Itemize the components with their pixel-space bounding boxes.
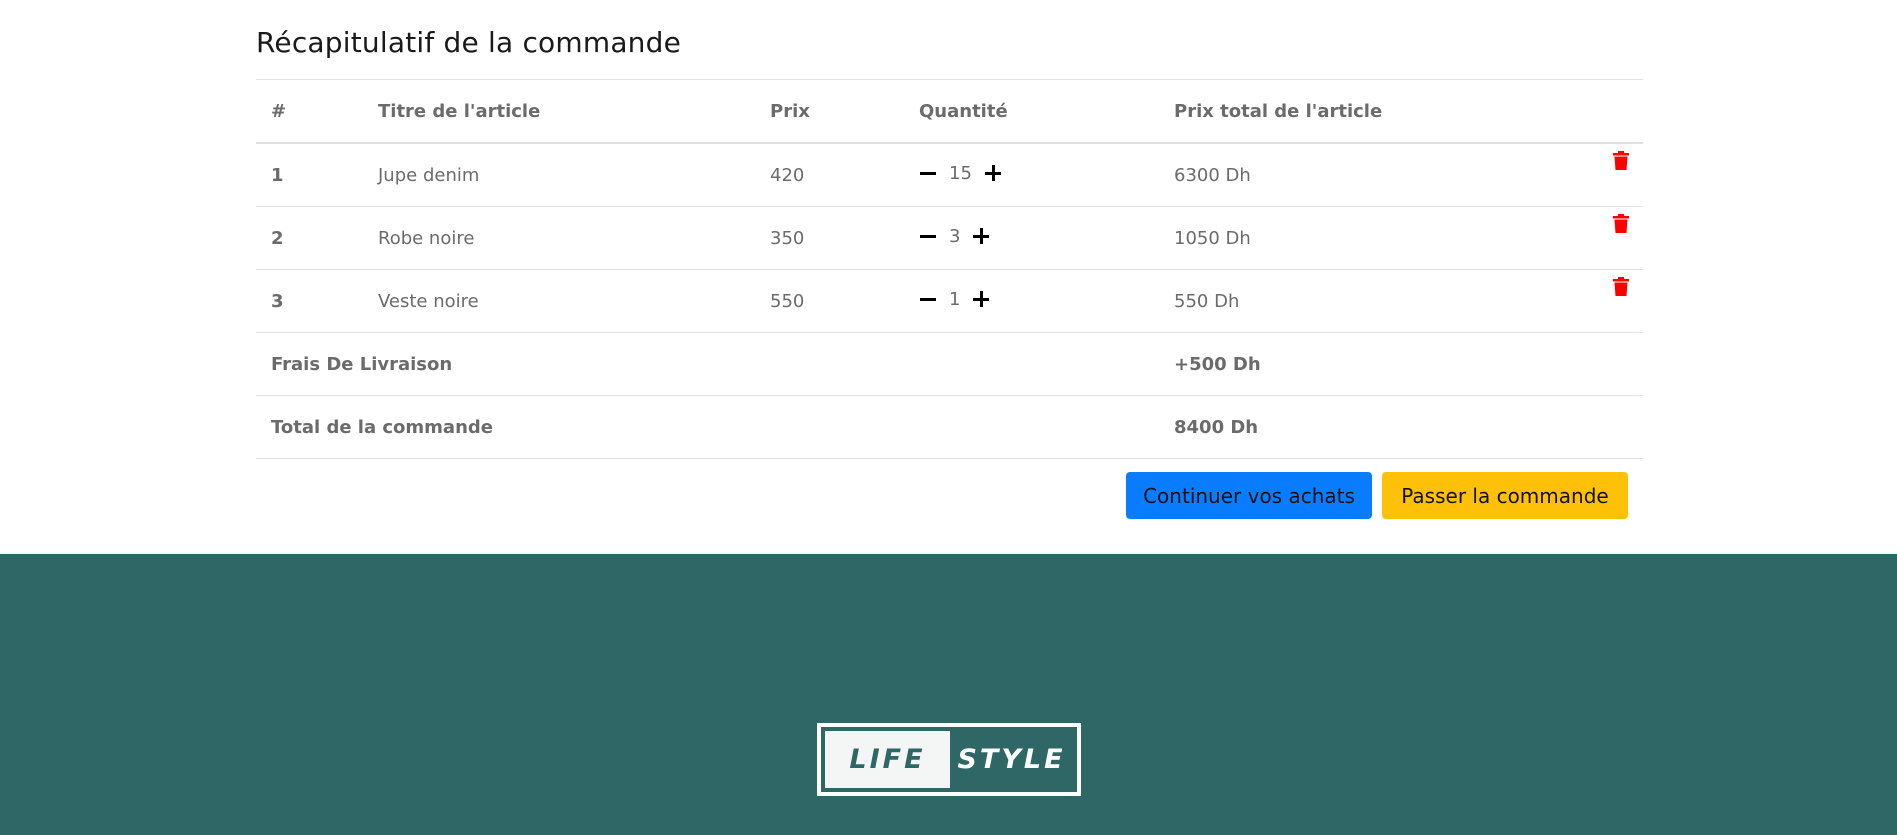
quantity-stepper: 1 bbox=[919, 289, 990, 310]
row-number: 3 bbox=[256, 269, 363, 333]
order-total-value: 8400 Dh bbox=[1159, 395, 1643, 459]
quantity-cell: 3 bbox=[904, 206, 1159, 270]
item-total: 1050 Dh bbox=[1159, 206, 1574, 270]
logo-left-text: LIFE bbox=[825, 731, 950, 788]
trash-icon[interactable] bbox=[1613, 276, 1629, 296]
page-title: Récapitulatif de la commande bbox=[256, 26, 682, 59]
item-total: 6300 Dh bbox=[1159, 142, 1574, 207]
quantity-stepper: 3 bbox=[919, 226, 990, 247]
quantity-cell: 15 bbox=[904, 142, 1159, 207]
delivery-row: Frais De Livraison +500 Dh bbox=[256, 332, 1643, 396]
header-quantity: Quantité bbox=[904, 79, 1159, 144]
minus-icon[interactable] bbox=[919, 164, 937, 182]
delete-cell bbox=[1574, 206, 1643, 270]
table-row: 3 Veste noire 550 1 550 Dh bbox=[256, 269, 1643, 333]
item-title: Jupe denim bbox=[363, 142, 755, 207]
quantity-value: 15 bbox=[949, 162, 972, 184]
actions-bar: Continuer vos achats Passer la commande bbox=[1126, 472, 1628, 519]
item-price: 420 bbox=[755, 142, 904, 207]
footer: LIFE STYLE bbox=[0, 554, 1897, 835]
quantity-stepper: 15 bbox=[919, 163, 1002, 184]
row-number: 1 bbox=[256, 142, 363, 207]
logo[interactable]: LIFE STYLE bbox=[817, 723, 1081, 796]
plus-icon[interactable] bbox=[972, 227, 990, 245]
item-title: Veste noire bbox=[363, 269, 755, 333]
logo-right-text: STYLE bbox=[957, 744, 1066, 775]
header-title: Titre de l'article bbox=[363, 79, 755, 144]
quantity-value: 1 bbox=[949, 288, 961, 310]
header-actions bbox=[1574, 79, 1643, 144]
continue-shopping-button[interactable]: Continuer vos achats bbox=[1126, 472, 1372, 519]
table-row: 1 Jupe denim 420 15 6300 Dh bbox=[256, 142, 1643, 207]
trash-icon[interactable] bbox=[1613, 213, 1629, 233]
order-total-row: Total de la commande 8400 Dh bbox=[256, 395, 1643, 459]
order-total-label: Total de la commande bbox=[256, 395, 1159, 459]
header-price: Prix bbox=[755, 79, 904, 144]
cart-table: # Titre de l'article Prix Quantité Prix … bbox=[256, 79, 1643, 459]
plus-icon[interactable] bbox=[984, 164, 1002, 182]
delivery-value: +500 Dh bbox=[1159, 332, 1643, 396]
minus-icon[interactable] bbox=[919, 290, 937, 308]
header-total: Prix total de l'article bbox=[1159, 79, 1574, 144]
checkout-button[interactable]: Passer la commande bbox=[1382, 472, 1628, 519]
quantity-value: 3 bbox=[949, 225, 961, 247]
item-price: 350 bbox=[755, 206, 904, 270]
delete-cell bbox=[1574, 142, 1643, 207]
delete-cell bbox=[1574, 269, 1643, 333]
header-number: # bbox=[256, 79, 363, 144]
table-row: 2 Robe noire 350 3 1050 Dh bbox=[256, 206, 1643, 270]
item-total: 550 Dh bbox=[1159, 269, 1574, 333]
delivery-label: Frais De Livraison bbox=[256, 332, 1159, 396]
plus-icon[interactable] bbox=[972, 290, 990, 308]
row-number: 2 bbox=[256, 206, 363, 270]
trash-icon[interactable] bbox=[1613, 150, 1629, 170]
item-price: 550 bbox=[755, 269, 904, 333]
quantity-cell: 1 bbox=[904, 269, 1159, 333]
minus-icon[interactable] bbox=[919, 227, 937, 245]
item-title: Robe noire bbox=[363, 206, 755, 270]
table-header-row: # Titre de l'article Prix Quantité Prix … bbox=[256, 79, 1643, 144]
